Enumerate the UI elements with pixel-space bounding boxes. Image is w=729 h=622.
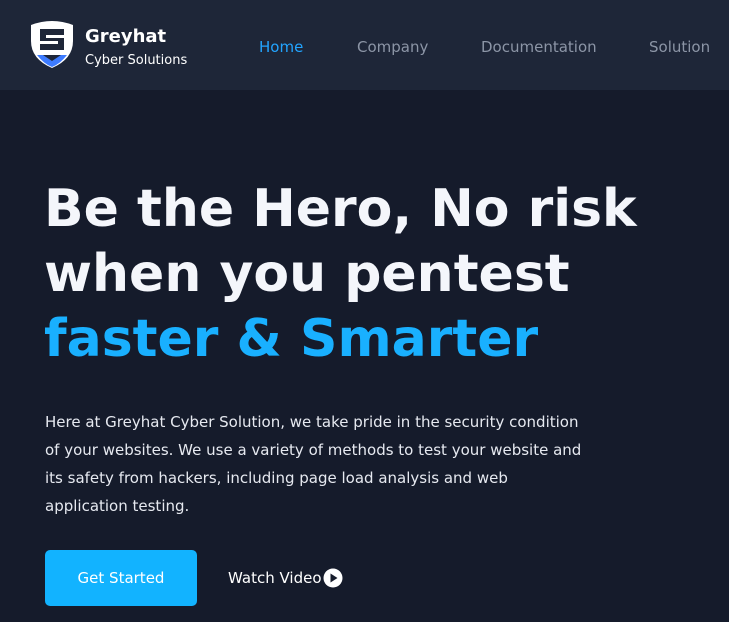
brand-name: Greyhat [85, 26, 167, 47]
watch-video-label: Watch Video [228, 569, 322, 587]
play-circle-icon [323, 568, 342, 588]
hero-description: Here at Greyhat Cyber Solution, we take … [45, 413, 582, 515]
brand-home-link[interactable]: Greyhat Cyber Solutions [28, 16, 208, 74]
nav-item-company[interactable]: Company [357, 38, 428, 56]
nav-item-solution[interactable]: Solution [649, 38, 710, 56]
hero-title-line-2: when you pentest [44, 244, 570, 304]
get-started-button[interactable]: Get Started [45, 550, 197, 606]
watch-video-button[interactable]: Watch Video [228, 567, 343, 589]
brand-tagline: Cyber Solutions [85, 53, 188, 68]
shield-logo-icon [31, 21, 73, 68]
navbar: Greyhat Cyber Solutions Home Company Doc… [0, 0, 729, 90]
hero-title-line-1: Be the Hero, No risk [44, 179, 637, 239]
nav-item-home[interactable]: Home [259, 38, 303, 56]
hero-title-accent-line: faster & Smarter [44, 309, 539, 369]
hero-title: Be the Hero, No risk when you pentest fa… [44, 177, 724, 372]
nav-item-documentation[interactable]: Documentation [481, 38, 597, 56]
